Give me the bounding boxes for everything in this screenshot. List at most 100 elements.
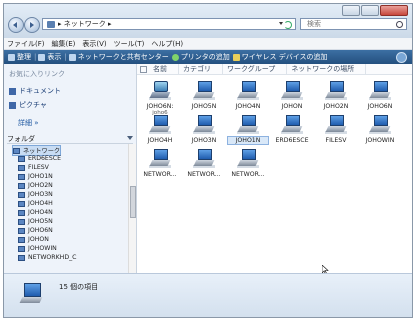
item-label: JOHO4H	[147, 137, 173, 144]
computer-icon	[193, 80, 215, 100]
add-wireless-button[interactable]: ワイヤレス デバイスの追加	[232, 52, 328, 62]
tree-item[interactable]: JOHOWIN	[18, 245, 57, 252]
item-label: JOHO6N	[367, 103, 393, 110]
views-label: 表示	[47, 53, 62, 61]
menu-bar: ファイル(F) 編集(E) 表示(V) ツール(T) ヘルプ(H)	[4, 38, 412, 50]
add-wireless-label: ワイヤレス デバイスの追加	[241, 53, 328, 61]
tree-label: JOHOWIN	[28, 245, 57, 252]
add-printer-label: プリンタの追加	[180, 53, 230, 61]
network-computer-item[interactable]: ERD6ESCE	[272, 114, 312, 144]
network-folder-icon	[47, 20, 55, 28]
tree-item[interactable]: JOHON	[18, 236, 49, 243]
tree-item[interactable]: NETWORKHD_C	[18, 254, 77, 261]
computer-icon	[18, 209, 25, 216]
item-count: 15 個の項目	[59, 283, 99, 291]
search-icon[interactable]	[396, 21, 403, 28]
network-computer-item[interactable]: JOHO4H	[140, 114, 180, 144]
network-computer-item[interactable]: JOHO6N: joho6	[140, 80, 180, 116]
help-icon[interactable]	[396, 51, 407, 63]
column-workgroup[interactable]: ワークグループ	[223, 64, 288, 74]
item-label: JOHO1N	[227, 136, 269, 145]
tree-item[interactable]: JOHO4N	[18, 209, 53, 216]
pictures-icon	[9, 101, 16, 109]
item-label: NETWOR...	[143, 171, 177, 178]
tree-label: JOHO3N	[28, 191, 53, 198]
folders-header[interactable]: フォルダ	[7, 134, 133, 144]
network-computer-item[interactable]: JOHOWIN	[360, 114, 400, 144]
computer-icon	[281, 80, 303, 100]
network-computer-item[interactable]: JOHO3N	[184, 114, 224, 144]
computer-icon	[18, 218, 25, 225]
network-computer-item[interactable]: JOHO4N	[228, 80, 268, 110]
item-label: JOHO5N	[191, 103, 217, 110]
favorite-label: ドキュメント	[19, 87, 61, 95]
tree-item[interactable]: FILESV	[18, 164, 49, 171]
details-pane: 15 個の項目	[4, 273, 412, 317]
search-input[interactable]: 検索	[300, 18, 407, 30]
organize-icon	[8, 53, 15, 61]
back-button[interactable]	[8, 17, 24, 33]
menu-file[interactable]: ファイル(F)	[7, 38, 45, 49]
menu-help[interactable]: ヘルプ(H)	[151, 38, 183, 49]
maximize-button[interactable]	[361, 5, 379, 16]
menu-edit[interactable]: 編集(E)	[52, 38, 76, 49]
tree-label: ネットワーク	[23, 148, 61, 155]
organize-button[interactable]: 整理	[8, 52, 31, 62]
network-computer-item[interactable]: JOHON	[272, 80, 312, 110]
tree-item[interactable]: JOHO5N	[18, 218, 53, 225]
tree-item[interactable]: JOHO2N	[18, 182, 53, 189]
network-computer-item[interactable]: NETWOR...	[184, 148, 224, 178]
item-label: NETWOR...	[231, 171, 265, 178]
computer-icon	[18, 173, 25, 180]
network-center-label: ネットワークと共有センター	[77, 53, 169, 61]
close-button[interactable]	[380, 5, 408, 16]
more-link[interactable]: 詳細 »	[18, 118, 39, 128]
command-bar: 整理 | 表示 | ネットワークと共有センター プリンタの追加 ワイヤレス デバイス…	[4, 50, 412, 64]
computer-icon	[369, 114, 391, 134]
add-printer-button[interactable]: プリンタの追加	[171, 52, 230, 62]
item-label: JOHO2N	[323, 103, 349, 110]
item-label: JOHO6N:	[146, 103, 174, 110]
menu-tools[interactable]: ツール(T)	[114, 38, 145, 49]
column-location[interactable]: ネットワークの場所	[287, 64, 367, 74]
computer-icon	[237, 148, 259, 168]
computer-icon	[18, 227, 25, 234]
computer-icon	[18, 236, 25, 243]
forward-button[interactable]	[24, 17, 40, 33]
item-label: JOHO3N	[191, 137, 217, 144]
tree-item[interactable]: ERD6ESCE	[18, 155, 61, 162]
network-computer-item[interactable]: NETWOR...	[140, 148, 180, 178]
network-computer-item[interactable]: NETWOR...	[228, 148, 268, 178]
printer-icon	[171, 53, 179, 61]
network-center-button[interactable]: | ネットワークと共有センター	[64, 52, 168, 62]
tree-item[interactable]: JOHO1N	[18, 173, 53, 180]
favorite-documents[interactable]: ドキュメント	[9, 86, 61, 96]
tree-label: NETWORKHD_C	[28, 254, 77, 261]
favorite-pictures[interactable]: ピクチャ	[9, 100, 47, 110]
tree-item[interactable]: JOHO6N	[18, 227, 53, 234]
views-icon	[38, 53, 46, 61]
scrollbar-thumb[interactable]	[130, 186, 136, 218]
favorite-label: ピクチャ	[19, 101, 47, 109]
tree-label: JOHO4N	[28, 209, 53, 216]
network-computer-item[interactable]: FILESV	[316, 114, 356, 144]
column-category[interactable]: カテゴリ	[179, 64, 223, 74]
computer-icon	[18, 254, 25, 261]
views-button[interactable]: | 表示	[34, 52, 61, 62]
item-label: ERD6ESCE	[275, 137, 309, 144]
select-all-checkbox[interactable]	[140, 65, 147, 73]
menu-view[interactable]: 表示(V)	[82, 38, 106, 49]
tree-scrollbar[interactable]	[128, 144, 136, 273]
network-computer-item[interactable]: JOHO5N	[184, 80, 224, 110]
tree-item[interactable]: JOHO3N	[18, 191, 53, 198]
refresh-icon[interactable]	[284, 21, 292, 29]
chevron-down-icon[interactable]	[279, 22, 283, 25]
network-computer-item[interactable]: JOHO1N	[227, 114, 269, 145]
network-computer-item[interactable]: JOHO2N	[316, 80, 356, 110]
computer-icon	[18, 200, 25, 207]
minimize-button[interactable]	[342, 5, 360, 16]
network-computer-item[interactable]: JOHO6N	[360, 80, 400, 110]
address-bar[interactable]: ▸ ネットワーク ▸	[42, 18, 296, 30]
tree-item[interactable]: JOHO4H	[18, 200, 53, 207]
column-name[interactable]: 名前	[149, 64, 179, 74]
